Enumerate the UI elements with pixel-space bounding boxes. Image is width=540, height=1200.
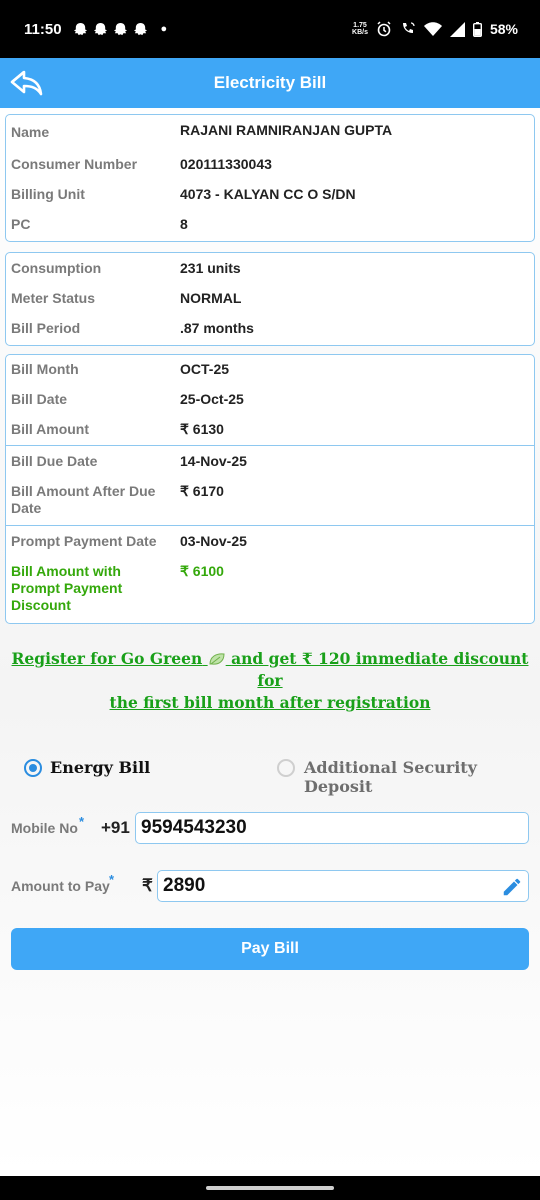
amount-label: Amount to Pay (11, 878, 110, 894)
signal-icon (449, 21, 465, 37)
detail-label: Bill Due Date (11, 453, 98, 469)
detail-label: Meter Status (11, 290, 96, 306)
required-mark: * (79, 814, 85, 829)
divider (6, 445, 534, 446)
snapchat-icon (113, 22, 127, 35)
detail-label: Name (11, 124, 50, 140)
snapchat-icon (73, 22, 87, 35)
battery-percent: 58% (489, 21, 518, 37)
bill-card: Bill Month OCT-25 Bill Date 25-Oct-25 Bi… (5, 354, 535, 624)
detail-value: 4073 - KALYAN CC O S/DN (180, 186, 356, 202)
divider (6, 525, 534, 526)
detail-value: ₹ 6130 (180, 421, 224, 437)
status-time: 11:50 (24, 20, 62, 38)
detail-label: Bill Amount After Due Date (11, 483, 156, 516)
snapchat-icon (93, 22, 107, 35)
mobile-input[interactable]: 9594543230 (135, 812, 529, 844)
main-content: Name RAJANI RAMNIRANJAN GUPTA Consumer N… (0, 108, 540, 1176)
detail-label: PC (11, 216, 31, 232)
go-green-text: Register for Go Green (11, 649, 203, 668)
detail-value: 231 units (180, 260, 241, 276)
detail-value: 03-Nov-25 (180, 533, 247, 549)
detail-label: Bill Period (11, 320, 81, 336)
energy-bill-radio[interactable] (24, 759, 42, 777)
home-gesture-handle[interactable] (206, 1186, 334, 1190)
detail-label: Prompt Payment Date (11, 533, 157, 549)
leaf-icon (209, 653, 225, 665)
detail-label: Bill Date (11, 391, 68, 407)
required-mark: * (109, 872, 115, 887)
detail-label: Consumption (11, 260, 102, 276)
detail-label: Consumer Number (11, 156, 138, 172)
amount-input[interactable]: 2890 (157, 870, 529, 902)
snapchat-icon (133, 22, 147, 35)
back-arrow-icon[interactable] (8, 66, 46, 100)
alarm-icon (377, 21, 391, 37)
payment-type-group: Energy Bill Additional Security Deposit (0, 756, 540, 796)
wifi-icon (423, 21, 442, 36)
status-bar: 11:50 ● 1.75 KB/s 58% (0, 0, 540, 58)
navigation-bar (0, 1176, 540, 1200)
mobile-label: Mobile No (11, 820, 78, 836)
go-green-text: and get ₹ 120 immediate discount for (231, 649, 529, 690)
consumption-card: Consumption 231 units Meter Status NORMA… (5, 252, 535, 346)
battery-icon (472, 21, 482, 37)
detail-value: RAJANI RAMNIRANJAN GUPTA (180, 122, 393, 138)
rupee-symbol: ₹ (142, 876, 153, 895)
detail-label: Bill Month (11, 361, 79, 377)
dot-icon: ● (160, 23, 168, 35)
detail-label: Billing Unit (11, 186, 85, 202)
amount-value: 2890 (163, 875, 206, 896)
wifi-calling-icon (402, 22, 415, 33)
security-deposit-radio[interactable] (277, 759, 295, 777)
consumer-details-card: Name RAJANI RAMNIRANJAN GUPTA Consumer N… (5, 114, 535, 242)
detail-value: 14-Nov-25 (180, 453, 247, 469)
security-deposit-label[interactable]: Additional Security Deposit (304, 758, 540, 796)
detail-value: OCT-25 (180, 361, 230, 377)
detail-label: Bill Amount with Prompt Payment Discount (11, 563, 123, 613)
detail-label: Bill Amount (11, 421, 90, 437)
detail-value: .87 months (180, 320, 254, 336)
page-title: Electricity Bill (213, 73, 327, 92)
country-code: +91 (101, 818, 130, 837)
pencil-icon[interactable] (501, 876, 523, 898)
detail-value: 8 (180, 216, 188, 232)
go-green-link[interactable]: Register for Go Green and get ₹ 120 imme… (0, 648, 540, 714)
detail-value: ₹ 6100 (180, 563, 224, 579)
go-green-text: the first bill month after registration (109, 693, 431, 712)
pay-bill-button[interactable]: Pay Bill (11, 928, 529, 970)
detail-value: 020111330043 (180, 156, 272, 172)
detail-value: NORMAL (180, 290, 242, 306)
app-bar: Electricity Bill (0, 58, 540, 108)
detail-value: 25-Oct-25 (180, 391, 244, 407)
energy-bill-label[interactable]: Energy Bill (50, 758, 150, 777)
detail-value: ₹ 6170 (180, 483, 224, 499)
net-speed: 1.75 KB/s (352, 22, 368, 36)
